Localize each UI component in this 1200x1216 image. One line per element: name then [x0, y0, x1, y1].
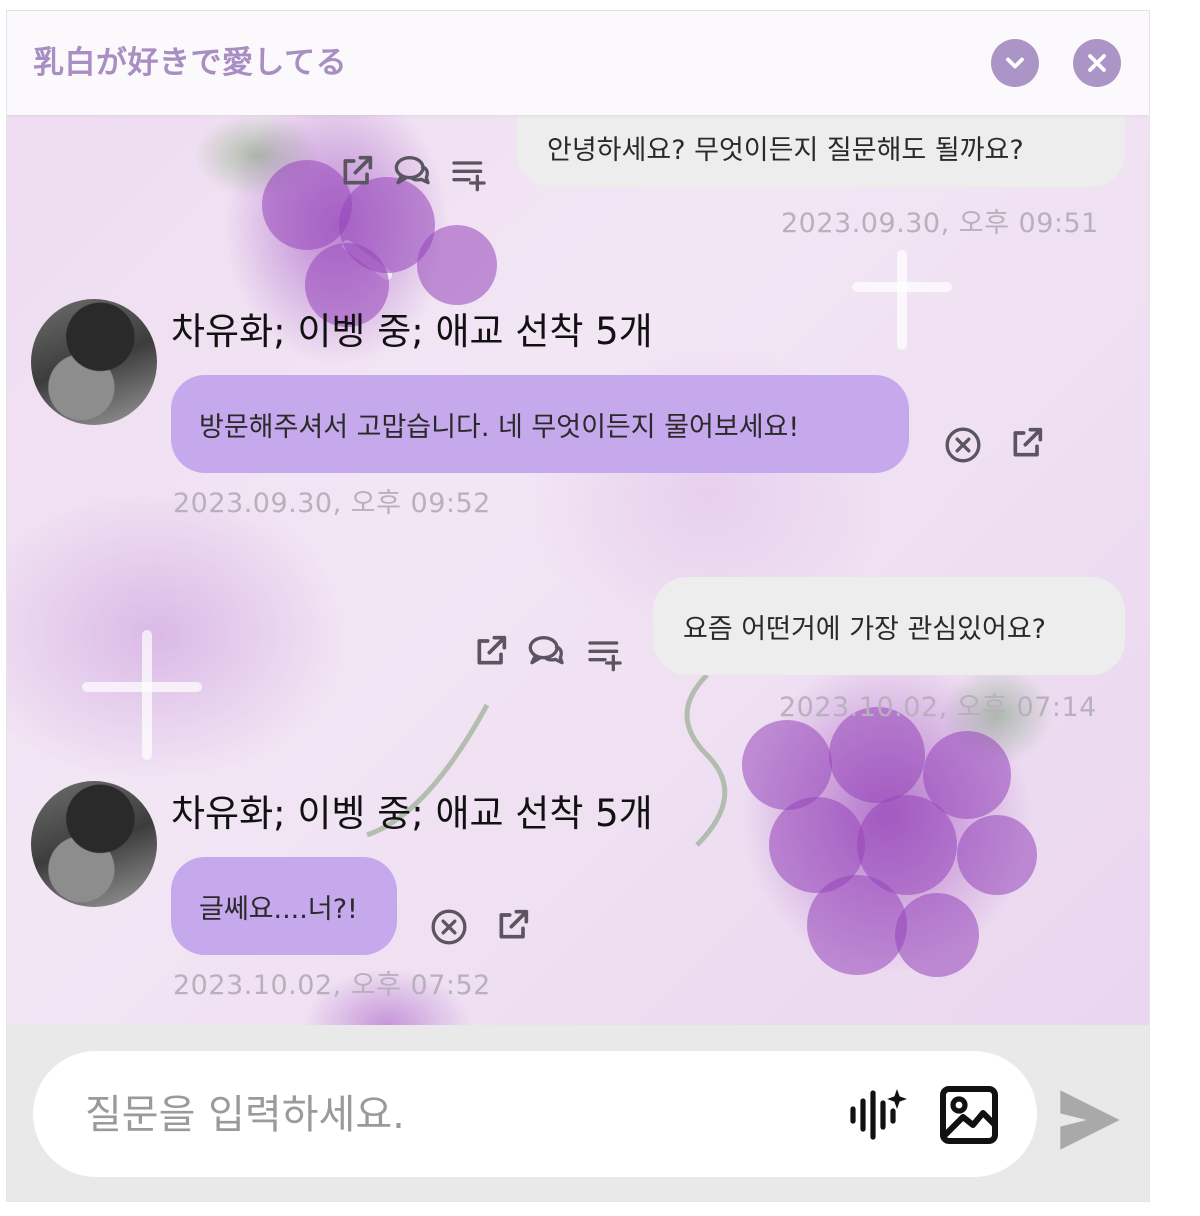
cancel-icon[interactable] — [429, 907, 469, 947]
close-button[interactable] — [1073, 39, 1121, 87]
avatar[interactable] — [31, 299, 157, 425]
bot-name: 차유화; 이벵 중; 애교 선착 5개 — [171, 310, 653, 353]
chat-window: 乳白が好きで愛してる 안녕하세요? 무엇이든지 질문해도 될까요? 2023.0… — [6, 10, 1150, 1202]
composer — [7, 1025, 1149, 1201]
voice-sparkle-icon[interactable] — [845, 1083, 909, 1147]
bot-name: 차유화; 이벵 중; 애교 선착 5개 — [171, 792, 653, 835]
share-icon[interactable] — [1007, 423, 1047, 463]
message-bubble: 안녕하세요? 무엇이든지 질문해도 될까요? — [517, 115, 1125, 187]
close-icon — [1083, 49, 1111, 77]
send-icon — [1057, 1085, 1123, 1155]
share-icon[interactable] — [471, 631, 511, 671]
chevron-down-icon — [1001, 49, 1029, 77]
collapse-button[interactable] — [991, 39, 1039, 87]
message-timestamp: 2023.10.02, 오후 07:14 — [779, 692, 1097, 723]
send-button[interactable] — [1057, 1085, 1123, 1155]
message-bubble: 방문해주셔서 고맙습니다. 네 무엇이든지 물어보세요! — [171, 375, 909, 473]
cancel-icon[interactable] — [943, 425, 983, 465]
message-timestamp: 2023.09.30, 오후 09:51 — [781, 208, 1099, 239]
message-bubble: 글쎄요....너?! — [171, 857, 397, 955]
message-timestamp: 2023.10.02, 오후 07:52 — [173, 970, 491, 1001]
message-bubble: 요즘 어떤거에 가장 관심있어요? — [653, 577, 1125, 675]
share-icon[interactable] — [337, 151, 377, 191]
share-icon[interactable] — [493, 905, 533, 945]
comment-icon[interactable] — [527, 631, 567, 671]
question-input[interactable] — [83, 1079, 787, 1151]
message-timestamp: 2023.09.30, 오후 09:52 — [173, 488, 491, 519]
message-list[interactable]: 안녕하세요? 무엇이든지 질문해도 될까요? 2023.09.30, 오후 09… — [7, 115, 1149, 1029]
avatar[interactable] — [31, 781, 157, 907]
add-list-icon[interactable] — [449, 153, 489, 193]
image-icon[interactable] — [937, 1083, 1001, 1147]
add-list-icon[interactable] — [585, 633, 625, 673]
chat-title: 乳白が好きで愛してる — [33, 45, 348, 81]
comment-icon[interactable] — [393, 151, 433, 191]
input-container — [33, 1051, 1037, 1177]
chat-header: 乳白が好きで愛してる — [7, 11, 1149, 115]
